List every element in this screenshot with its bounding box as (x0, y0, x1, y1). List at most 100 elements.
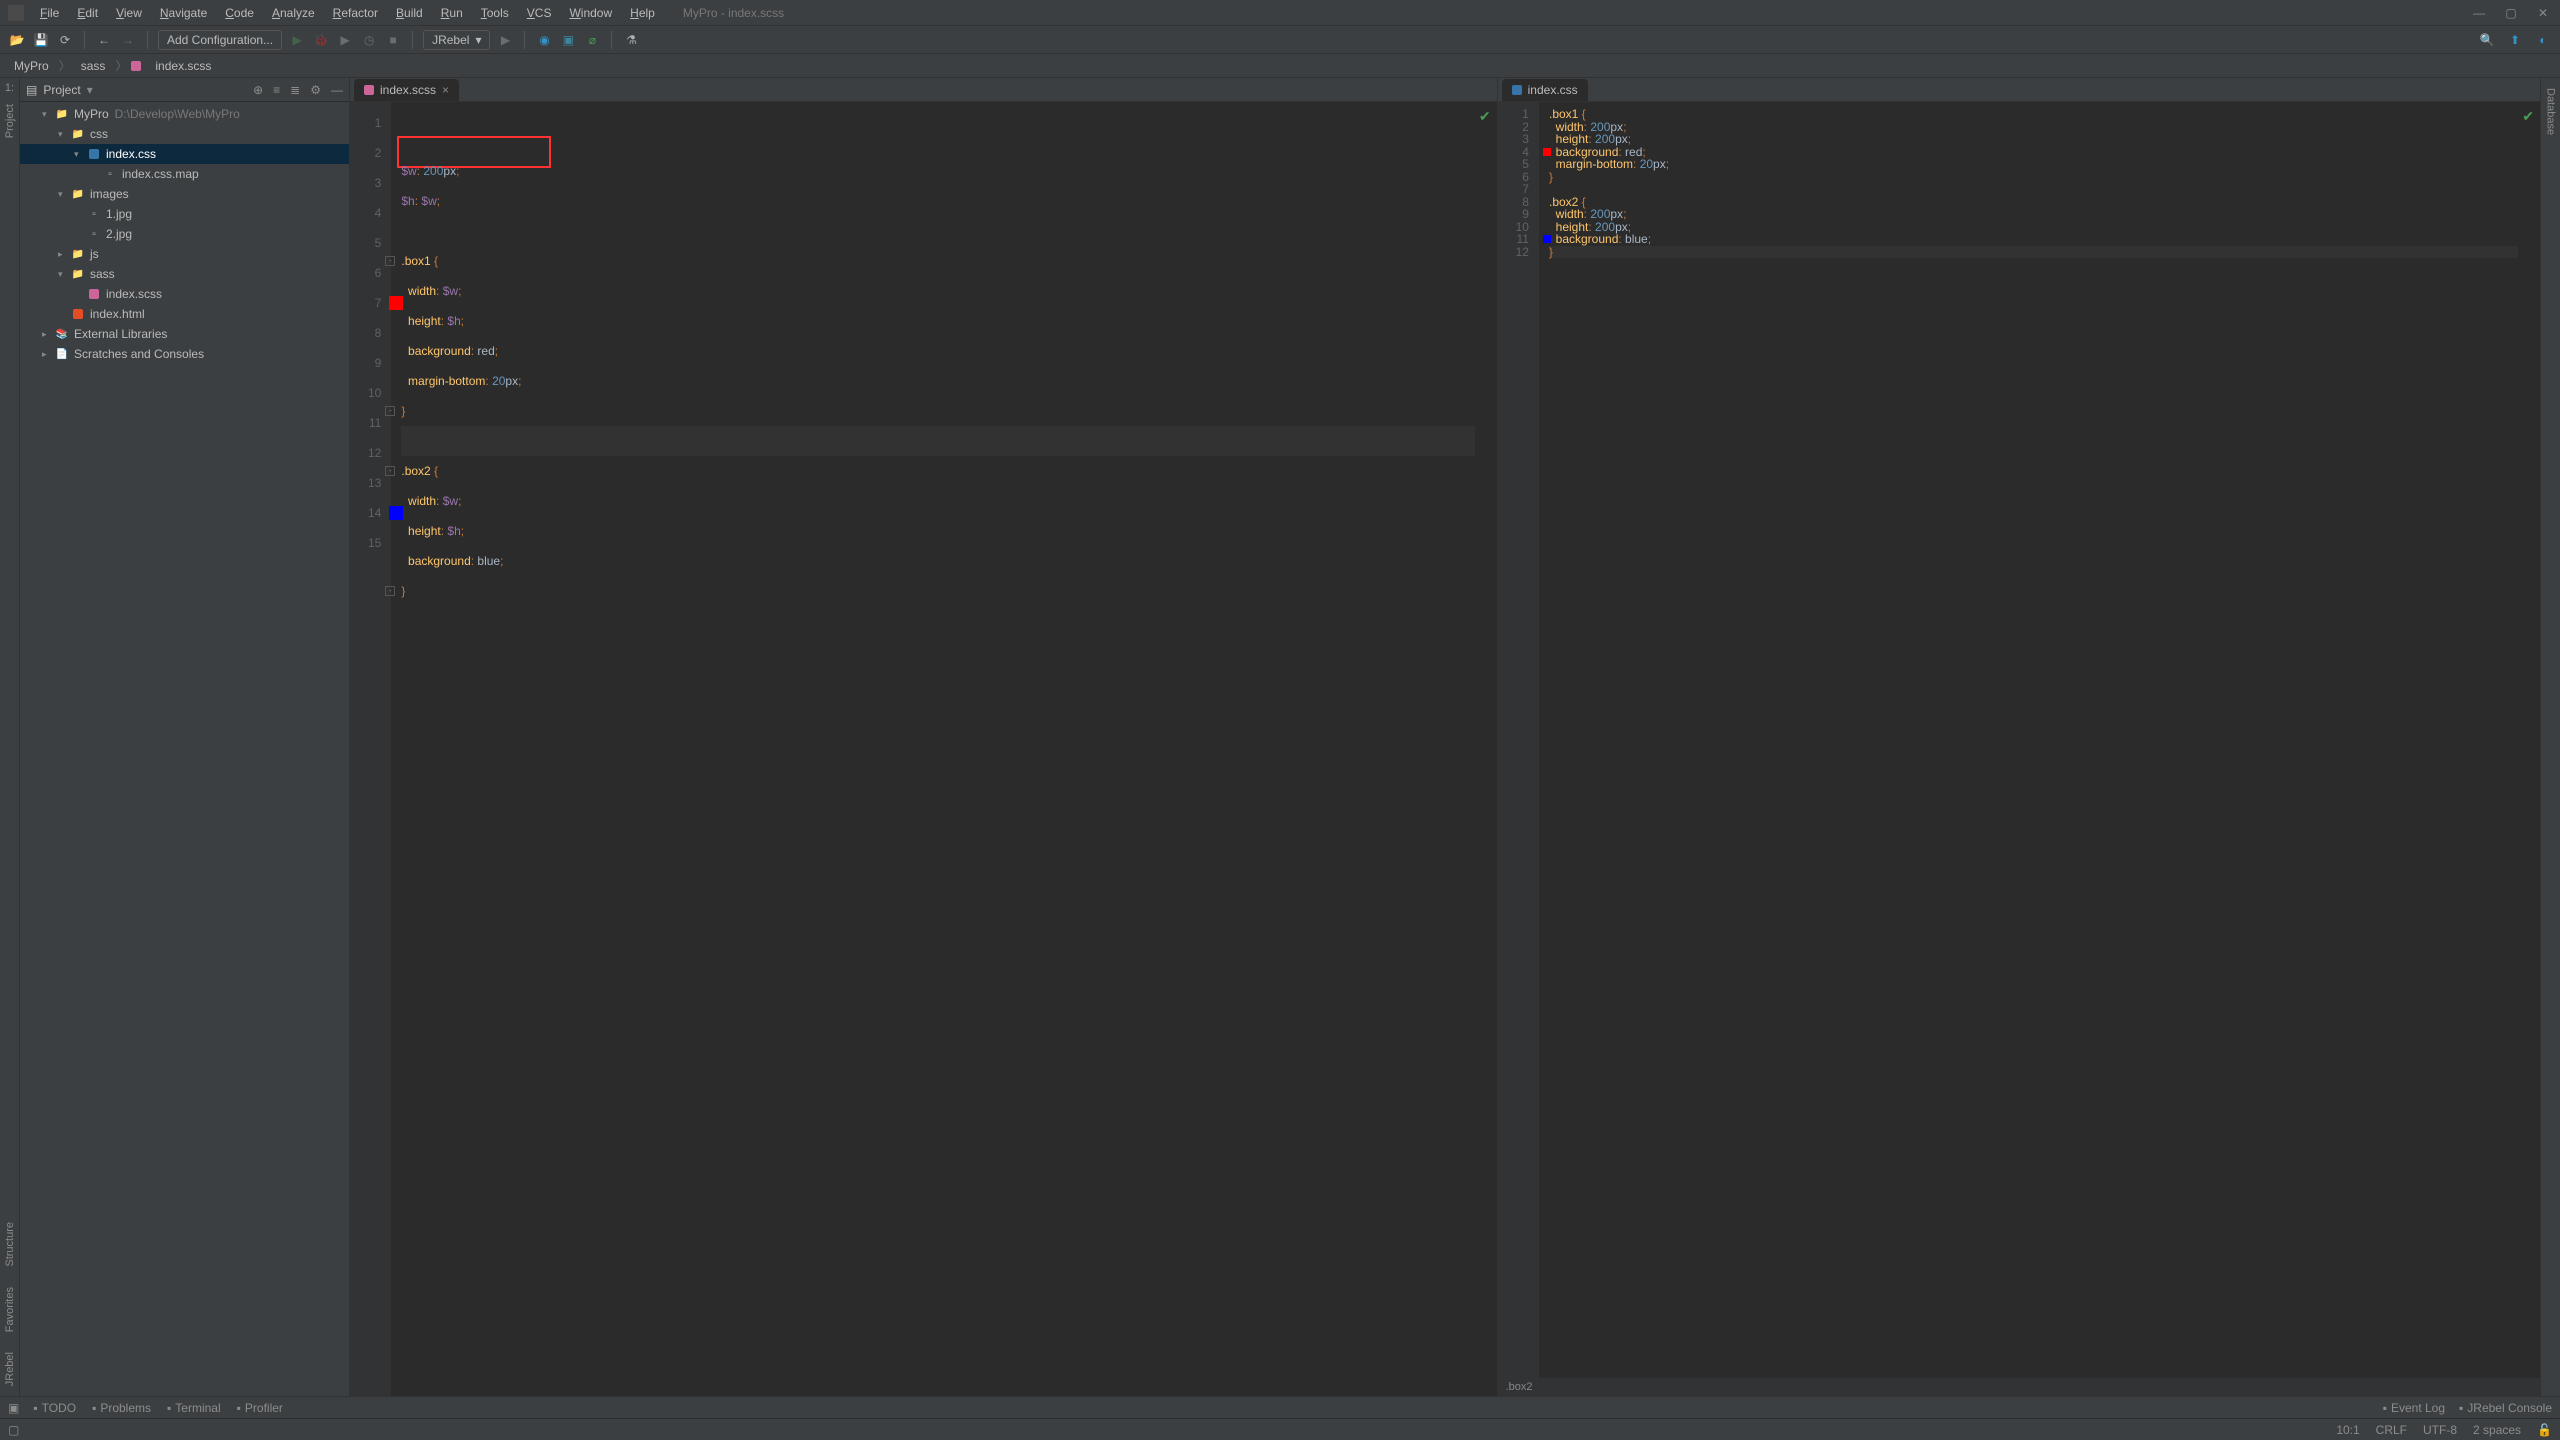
bottom-tool-bar: ▣ ▪ TODO ▪ Problems ▪ Terminal ▪ Profiler ▪… (0, 1396, 2560, 1418)
editor-tabs-left: index.scss × (350, 78, 1497, 102)
tree-item-images[interactable]: ▾📁images (20, 184, 349, 204)
indent-settings[interactable]: 2 spaces (2473, 1423, 2521, 1437)
file-encoding[interactable]: UTF-8 (2423, 1423, 2457, 1437)
tree-item-Scratches-and-Consoles[interactable]: ▸📄Scratches and Consoles (20, 344, 349, 364)
hide-tool-windows-icon[interactable]: ▣ (8, 1401, 19, 1415)
menu-code[interactable]: Code (217, 4, 262, 22)
menu-build[interactable]: Build (388, 4, 431, 22)
menu-run[interactable]: Run (433, 4, 471, 22)
forward-icon[interactable]: → (119, 31, 137, 49)
tool-profiler[interactable]: ▪ Profiler (237, 1401, 283, 1415)
debug-icon[interactable]: 🐞 (312, 31, 330, 49)
jr1-icon[interactable]: ◉ (535, 31, 553, 49)
caret-position[interactable]: 10:1 (2336, 1423, 2359, 1437)
right-tool-gutter: Database (2540, 78, 2560, 1396)
tree-item-sass[interactable]: ▾📁sass (20, 264, 349, 284)
tree-item-index-css[interactable]: ▾index.css (20, 144, 349, 164)
editor-body-left[interactable]: 123456789101112131415 $w: 200px;$h: $w;-… (350, 102, 1497, 1396)
menu-file[interactable]: File (32, 4, 67, 22)
menu-window[interactable]: Window (561, 4, 620, 22)
code-area-left[interactable]: $w: 200px;$h: $w;-.box1 { width: $w; hei… (391, 102, 1484, 1396)
editor-tab-index-css[interactable]: index.css (1502, 79, 1588, 101)
search-icon[interactable]: 🔍 (2478, 31, 2496, 49)
tool-terminal[interactable]: ▪ Terminal (167, 1401, 221, 1415)
project-tab-num[interactable]: 1: (5, 82, 14, 94)
tool-todo[interactable]: ▪ TODO (33, 1401, 76, 1415)
tree-item-External-Libraries[interactable]: ▸📚External Libraries (20, 324, 349, 344)
open-icon[interactable]: 📂 (8, 31, 26, 49)
error-stripe-right[interactable] (2528, 102, 2540, 1378)
expand-all-icon[interactable]: ≡ (273, 83, 280, 97)
window-title: MyPro - index.scss (683, 6, 784, 20)
menu-refactor[interactable]: Refactor (325, 4, 386, 22)
navigation-breadcrumb: MyPro〉sass〉index.scss (0, 54, 2560, 78)
menu-edit[interactable]: Edit (69, 4, 106, 22)
hide-panel-icon[interactable]: — (331, 83, 343, 97)
select-opened-file-icon[interactable]: ⊕ (253, 83, 263, 97)
jr3-icon[interactable]: ⌀ (583, 31, 601, 49)
breadcrumb-item[interactable]: MyPro (8, 57, 55, 75)
line-gutter-left[interactable]: 123456789101112131415 (350, 102, 391, 1396)
inspection-ok-icon[interactable]: ✔ (1479, 108, 1491, 125)
jr2-icon[interactable]: ▣ (559, 31, 577, 49)
jrebel-tool-tab[interactable]: JRebel (4, 1352, 16, 1386)
tree-item-index-css-map[interactable]: ▫index.css.map (20, 164, 349, 184)
settings-icon[interactable]: ◐ (2534, 31, 2552, 49)
update-icon[interactable]: ⬆ (2506, 31, 2524, 49)
tree-item-css[interactable]: ▾📁css (20, 124, 349, 144)
run-icon[interactable]: ▶ (288, 31, 306, 49)
minimize-button[interactable]: — (2470, 6, 2488, 20)
readonly-lock-icon[interactable]: 🔓 (2537, 1423, 2552, 1437)
menu-analyze[interactable]: Analyze (264, 4, 323, 22)
save-icon[interactable]: 💾 (32, 31, 50, 49)
tool-event-log[interactable]: ▪ Event Log (2383, 1401, 2445, 1415)
breadcrumb-item[interactable]: sass (75, 57, 112, 75)
back-icon[interactable]: ← (95, 31, 113, 49)
menu-tools[interactable]: Tools (473, 4, 517, 22)
jrebel-run-icon[interactable]: ▶ (496, 31, 514, 49)
tree-root[interactable]: ▾ 📁 MyPro D:\Develop\Web\MyPro (20, 104, 349, 124)
code-area-right[interactable]: .box1 { width: 200px; height: 200px; bac… (1539, 102, 2528, 1378)
menu-view[interactable]: View (108, 4, 150, 22)
project-dropdown-icon[interactable]: ▤ (26, 83, 37, 97)
stop-icon[interactable]: ■ (384, 31, 402, 49)
tool-problems[interactable]: ▪ Problems (92, 1401, 151, 1415)
project-tree[interactable]: ▾ 📁 MyPro D:\Develop\Web\MyPro ▾📁css▾ind… (20, 102, 349, 1396)
error-stripe-left[interactable] (1485, 102, 1497, 1396)
line-separator[interactable]: CRLF (2376, 1423, 2407, 1437)
maximize-button[interactable]: ▢ (2502, 6, 2520, 20)
menu-navigate[interactable]: Navigate (152, 4, 215, 22)
favorites-tool-tab[interactable]: Favorites (4, 1287, 16, 1332)
project-header-title[interactable]: Project (43, 83, 80, 97)
menu-vcs[interactable]: VCS (519, 4, 560, 22)
tree-item-index-html[interactable]: index.html (20, 304, 349, 324)
status-message: ▢ (8, 1423, 19, 1437)
profile-icon[interactable]: ◷ (360, 31, 378, 49)
collapse-all-icon[interactable]: ≣ (290, 83, 300, 97)
project-panel: ▤ Project ▾ ⊕ ≡ ≣ ⚙ — ▾ 📁 MyPro D:\Devel… (20, 78, 350, 1396)
tree-item-js[interactable]: ▸📁js (20, 244, 349, 264)
close-button[interactable]: ✕ (2534, 6, 2552, 20)
database-tool-tab[interactable]: Database (2545, 88, 2557, 135)
tree-item-index-scss[interactable]: index.scss (20, 284, 349, 304)
tree-item-1-jpg[interactable]: ▫1.jpg (20, 204, 349, 224)
settings-gear-icon[interactable]: ⚙ (310, 83, 321, 97)
menu-help[interactable]: Help (622, 4, 663, 22)
coverage-icon[interactable]: ▶ (336, 31, 354, 49)
jrebel-combo[interactable]: JRebel▾ (423, 30, 490, 50)
tree-item-2-jpg[interactable]: ▫2.jpg (20, 224, 349, 244)
tab-close-icon[interactable]: × (442, 83, 449, 97)
structure-tool-tab[interactable]: Structure (4, 1222, 16, 1267)
inspection-ok-icon[interactable]: ✔ (2522, 108, 2534, 125)
tool-jrebel-console[interactable]: ▪ JRebel Console (2459, 1401, 2552, 1415)
editor-tab-index-scss[interactable]: index.scss × (354, 79, 459, 101)
sync-icon[interactable]: ⟳ (56, 31, 74, 49)
window-controls: — ▢ ✕ (2470, 6, 2552, 20)
editor-crumb-right[interactable]: .box2 (1498, 1378, 2540, 1396)
run-config-combo[interactable]: Add Configuration... (158, 30, 282, 50)
jr4-icon[interactable]: ⚗ (622, 31, 640, 49)
line-gutter-right[interactable]: 123456789101112 (1498, 102, 1539, 1378)
project-tool-tab[interactable]: Project (4, 104, 16, 138)
breadcrumb-item[interactable]: index.scss (149, 57, 217, 75)
editor-body-right[interactable]: 123456789101112 .box1 { width: 200px; he… (1498, 102, 2540, 1378)
